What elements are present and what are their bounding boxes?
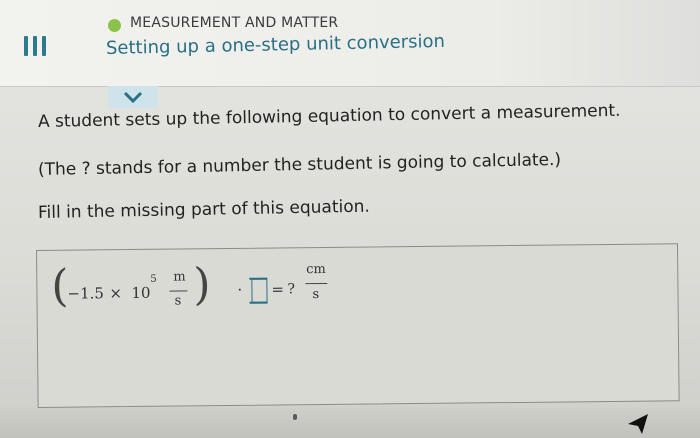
close-paren: ) [193, 259, 211, 311]
header: MEASUREMENT AND MATTER Setting up a one-… [0, 0, 700, 87]
multiply-dot: · [237, 280, 243, 299]
missing-factor-input[interactable] [251, 278, 268, 303]
page-title: Setting up a one-step unit conversion [105, 30, 446, 59]
right-denominator: s [312, 287, 320, 303]
question-line-3: Fill in the missing part of this equatio… [37, 196, 371, 223]
screen-speck [293, 414, 297, 420]
times-sign: × [109, 284, 123, 303]
chevron-down-icon [123, 91, 143, 104]
unknown-value: ? [287, 281, 296, 298]
cursor-icon [628, 414, 648, 434]
equation: ( −1.5 × 10 5 m s ) · = ? cm s [51, 258, 352, 321]
left-denominator: s [174, 293, 182, 309]
base: 10 [131, 283, 151, 303]
left-numerator: m [173, 269, 186, 285]
status-dot-icon [108, 19, 121, 32]
question-line-2: (The ? stands for a number the student i… [37, 149, 562, 180]
exponent: 5 [150, 273, 157, 285]
equals-sign: = [271, 280, 285, 299]
answer-box: ( −1.5 × 10 5 m s ) · = ? cm s [36, 243, 680, 408]
bottom-area [0, 408, 700, 438]
collapse-button[interactable] [108, 86, 158, 108]
coefficient: −1.5 [67, 284, 104, 303]
right-fraction-bar [305, 282, 328, 285]
left-fraction-bar [169, 290, 188, 292]
page: MEASUREMENT AND MATTER Setting up a one-… [0, 0, 700, 438]
right-numerator: cm [306, 261, 326, 278]
menu-icon[interactable] [24, 36, 56, 56]
topic-label: MEASUREMENT AND MATTER [130, 15, 339, 31]
open-paren: ( [51, 260, 69, 312]
